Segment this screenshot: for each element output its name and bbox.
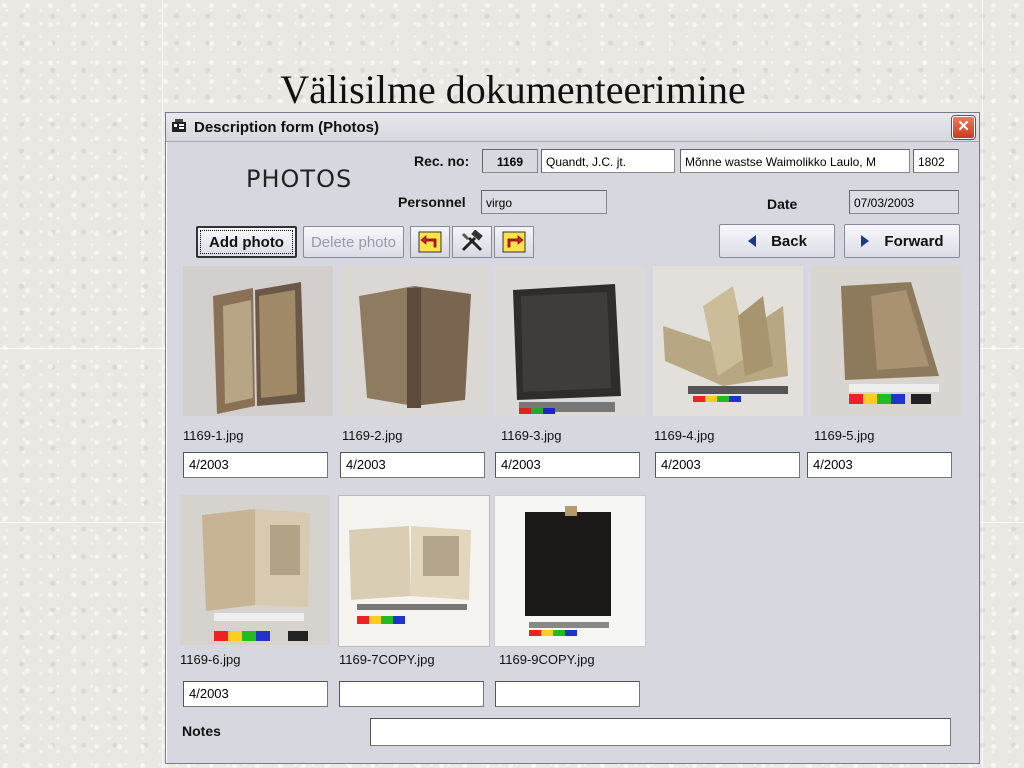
window-titlebar[interactable]: Description form (Photos) ✕ [166, 113, 979, 142]
personnel-label: Personnel [398, 194, 466, 210]
delete-photo-label: Delete photo [310, 233, 397, 251]
close-button[interactable]: ✕ [952, 116, 975, 139]
background-line [982, 0, 983, 768]
photo-filename: 1169-7COPY.jpg [339, 652, 435, 667]
photo-thumbnail[interactable] [183, 266, 333, 416]
photo-date-field[interactable]: 4/2003 [183, 452, 328, 478]
rec-no-field[interactable]: 1169 [482, 149, 538, 173]
back-button[interactable]: Back [719, 224, 835, 258]
photo-date-field[interactable]: 4/2003 [183, 681, 328, 707]
back-label: Back [771, 232, 807, 250]
forward-label: Forward [884, 232, 944, 250]
add-photo-button[interactable]: Add photo [196, 226, 297, 258]
window-title: Description form (Photos) [194, 119, 380, 136]
photo-date-field[interactable]: 4/2003 [655, 452, 800, 478]
photo-thumbnail[interactable] [180, 495, 330, 645]
author-field[interactable]: Quandt, J.C. jt. [541, 149, 675, 173]
photo-filename: 1169-5.jpg [814, 428, 875, 443]
slide-title: Välisilme dokumenteerimine [280, 67, 746, 112]
app-icon [171, 119, 187, 133]
tools-icon [461, 230, 483, 252]
photo-filename: 1169-4.jpg [654, 428, 715, 443]
year-field[interactable]: 1802 [913, 149, 959, 173]
photo-thumbnail[interactable] [495, 266, 645, 416]
redo-button[interactable] [494, 226, 534, 258]
photo-date-field[interactable]: 4/2003 [340, 452, 485, 478]
undo-button[interactable] [410, 226, 450, 258]
notes-label: Notes [182, 723, 221, 739]
arrow-right-icon [861, 235, 870, 247]
undo-icon [418, 231, 442, 253]
photo-filename: 1169-3.jpg [501, 428, 562, 443]
photo-thumbnail[interactable] [653, 266, 803, 416]
photo-filename: 1169-1.jpg [183, 428, 244, 443]
forward-button[interactable]: Forward [844, 224, 960, 258]
arrow-left-icon [748, 235, 757, 247]
photo-date-field[interactable]: 4/2003 [495, 452, 640, 478]
form-heading: PHOTOS [246, 165, 353, 193]
close-icon: ✕ [957, 118, 970, 135]
personnel-field[interactable]: virgo [481, 190, 607, 214]
photo-date-field[interactable]: 4/2003 [807, 452, 952, 478]
photo-filename: 1169-9COPY.jpg [499, 652, 595, 667]
photo-date-field[interactable] [339, 681, 484, 707]
photo-date-field[interactable] [495, 681, 640, 707]
photo-thumbnail[interactable] [338, 495, 490, 647]
description-form-window: Description form (Photos) ✕ PHOTOS Rec. … [165, 112, 980, 764]
photo-thumbnail[interactable] [494, 495, 646, 647]
date-label: Date [767, 196, 798, 212]
book-title-field[interactable]: Mõnne wastse Waimolikko Laulo, M [680, 149, 910, 173]
tools-button[interactable] [452, 226, 492, 258]
add-photo-label: Add photo [209, 233, 284, 251]
photo-filename: 1169-6.jpg [180, 652, 241, 667]
background-line [162, 0, 163, 768]
date-field[interactable]: 07/03/2003 [849, 190, 959, 214]
rec-no-label: Rec. no: [414, 153, 470, 169]
photo-thumbnail[interactable] [339, 266, 489, 416]
notes-field[interactable] [370, 718, 951, 746]
redo-icon [502, 231, 526, 253]
photo-filename: 1169-2.jpg [342, 428, 403, 443]
photo-thumbnail[interactable] [811, 266, 961, 416]
delete-photo-button[interactable]: Delete photo [303, 226, 404, 258]
